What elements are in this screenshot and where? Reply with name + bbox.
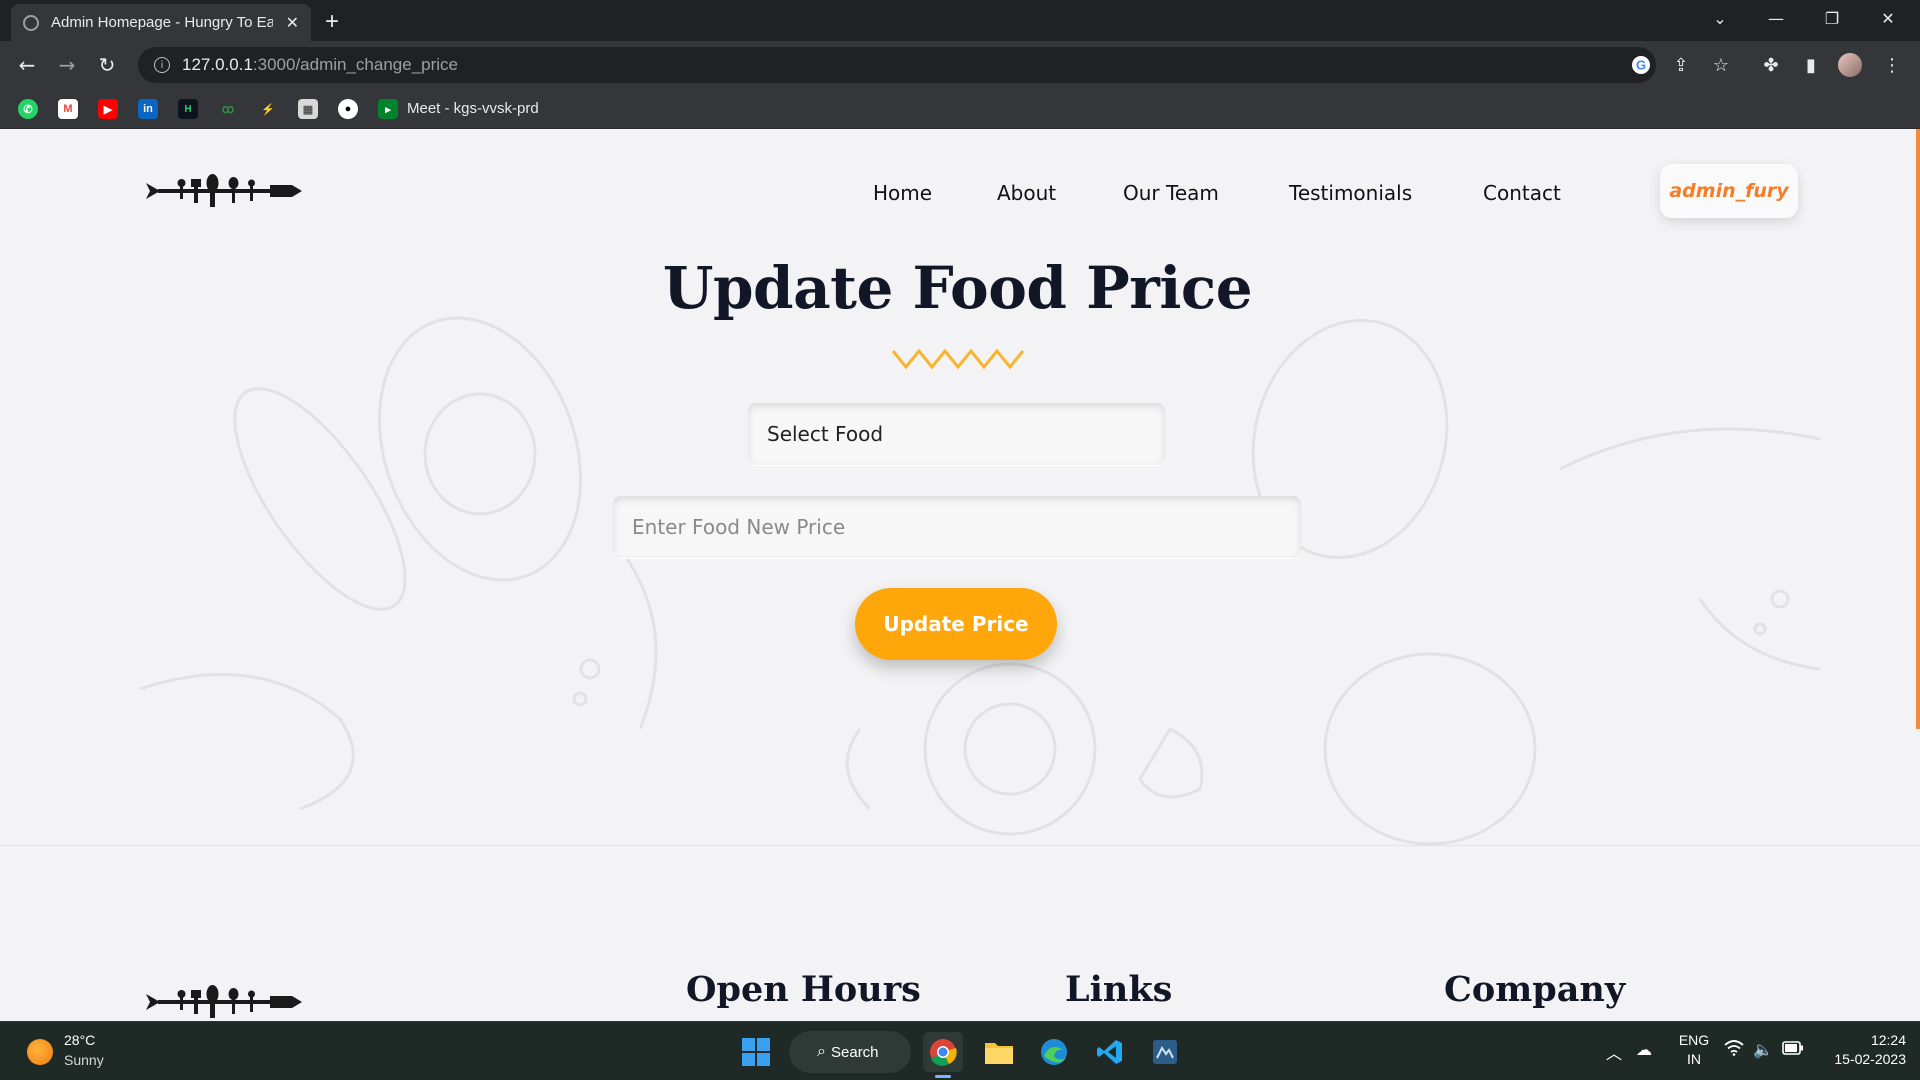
side-panel-icon[interactable]: ▮ bbox=[1799, 53, 1823, 77]
footer-logo[interactable] bbox=[146, 982, 302, 1021]
onedrive-icon[interactable]: ☁ bbox=[1636, 1040, 1652, 1059]
volume-icon[interactable]: 🔈 bbox=[1753, 1040, 1773, 1059]
share-icon[interactable]: ⇪ bbox=[1669, 53, 1693, 77]
browser-tab-strip: Admin Homepage - Hungry To Eat ✕ + ⌄ — ❐… bbox=[0, 0, 1920, 41]
weather-temperature[interactable]: 28°C bbox=[64, 1032, 95, 1048]
profile-avatar[interactable] bbox=[1838, 53, 1862, 77]
battery-icon[interactable] bbox=[1782, 1040, 1804, 1059]
svg-text:G: G bbox=[1636, 58, 1646, 73]
gmail-icon[interactable]: M bbox=[58, 99, 78, 119]
linkedin-icon[interactable]: in bbox=[138, 99, 158, 119]
nav-testimonials-link[interactable]: Testimonials bbox=[1289, 181, 1483, 205]
reload-button[interactable]: ↻ bbox=[93, 51, 121, 79]
new-tab-button[interactable]: + bbox=[325, 8, 339, 36]
footer-company-heading: Company bbox=[1444, 969, 1626, 1010]
hackerrank-icon[interactable]: H bbox=[178, 99, 198, 119]
language-indicator-line1[interactable]: ENG bbox=[1672, 1032, 1716, 1048]
forward-button[interactable]: → bbox=[53, 51, 81, 79]
tab-search-icon[interactable]: ⌄ bbox=[1692, 0, 1748, 36]
url-path: :3000/admin_change_price bbox=[252, 55, 459, 74]
vscode-icon[interactable] bbox=[1090, 1032, 1130, 1072]
back-button[interactable]: ← bbox=[13, 51, 41, 79]
google-lens-icon[interactable]: G bbox=[1629, 53, 1653, 77]
clock-date[interactable]: 15-02-2023 bbox=[1806, 1051, 1920, 1067]
page-title: Update Food Price bbox=[662, 254, 1253, 322]
update-price-button[interactable]: Update Price bbox=[855, 588, 1057, 660]
url-host: 127.0.0.1 bbox=[182, 55, 253, 74]
search-label: Search bbox=[831, 1043, 879, 1061]
zigzag-divider bbox=[891, 348, 1025, 370]
whatsapp-icon[interactable]: ✆ bbox=[18, 99, 38, 119]
browser-tab[interactable]: Admin Homepage - Hungry To Eat ✕ bbox=[11, 4, 311, 41]
site-logo[interactable] bbox=[146, 171, 302, 211]
tab-close-icon[interactable]: ✕ bbox=[286, 13, 299, 32]
extensions-icon[interactable]: ✤ bbox=[1759, 53, 1783, 77]
weather-sun-icon[interactable] bbox=[27, 1039, 53, 1065]
nav-contact-link[interactable]: Contact bbox=[1483, 181, 1583, 205]
search-icon: ⌕ bbox=[817, 1043, 826, 1060]
google-meet-icon[interactable]: ▸ bbox=[378, 99, 398, 119]
admin-user-button[interactable]: admin_fury bbox=[1660, 164, 1798, 218]
nav-our-team-link[interactable]: Our Team bbox=[1123, 181, 1289, 205]
language-indicator-line2[interactable]: IN bbox=[1672, 1051, 1716, 1067]
show-hidden-icons-icon[interactable]: ︿ bbox=[1606, 1040, 1622, 1064]
clock-time[interactable]: 12:24 bbox=[1806, 1032, 1920, 1048]
footer-links-heading: Links bbox=[1065, 969, 1173, 1010]
food-doodle-background bbox=[139, 316, 1821, 846]
windows-taskbar: 28°C Sunny ⌕ Search ︿ ☁ ENG IN 🔈 12:24 1… bbox=[0, 1021, 1920, 1080]
edge-icon[interactable] bbox=[1034, 1032, 1074, 1072]
page-viewport: Home About Our Team Testimonials Contact… bbox=[0, 129, 1920, 1021]
close-window-button[interactable]: ✕ bbox=[1860, 0, 1916, 36]
geeksforgeeks-icon[interactable]: ꝏ bbox=[218, 99, 238, 119]
taskbar-search[interactable]: ⌕ Search bbox=[789, 1031, 911, 1073]
select-food-dropdown[interactable]: Select Food bbox=[748, 403, 1165, 465]
footer-open-hours-heading: Open Hours bbox=[686, 969, 921, 1010]
tab-title: Admin Homepage - Hungry To Eat bbox=[51, 14, 273, 31]
page-scroll-indicator[interactable] bbox=[1916, 129, 1920, 729]
footer-divider bbox=[0, 845, 1920, 846]
browser-toolbar: ← → ↻ i 127.0.0.1 :3000/admin_change_pri… bbox=[0, 41, 1920, 89]
restore-button[interactable]: ❐ bbox=[1804, 0, 1860, 36]
windows-start-icon[interactable] bbox=[736, 1032, 776, 1072]
file-explorer-icon[interactable] bbox=[979, 1032, 1019, 1072]
nav-about-link[interactable]: About bbox=[997, 181, 1123, 205]
weather-description[interactable]: Sunny bbox=[64, 1052, 104, 1068]
codechef-icon[interactable]: ⚡ bbox=[258, 99, 278, 119]
chrome-taskbar-icon[interactable] bbox=[923, 1032, 963, 1078]
image-bookmark-icon[interactable]: ▦ bbox=[298, 99, 318, 119]
bookmark-meet-label[interactable]: Meet - kgs-vvsk-prd bbox=[407, 100, 539, 117]
github-icon[interactable]: ● bbox=[338, 99, 358, 119]
browser-menu-icon[interactable]: ⋮ bbox=[1880, 53, 1904, 77]
main-nav: Home About Our Team Testimonials Contact bbox=[873, 181, 1583, 205]
youtube-icon[interactable]: ▶ bbox=[98, 99, 118, 119]
nav-home-link[interactable]: Home bbox=[873, 181, 997, 205]
bookmarks-bar: ✆ M ▶ in H ꝏ ⚡ ▦ ● ▸ Meet - kgs-vvsk-prd bbox=[0, 89, 1920, 129]
address-bar[interactable]: i 127.0.0.1 :3000/admin_change_price bbox=[138, 47, 1656, 83]
site-info-icon[interactable]: i bbox=[154, 57, 170, 73]
bookmark-star-icon[interactable]: ☆ bbox=[1709, 53, 1733, 77]
minimize-button[interactable]: — bbox=[1748, 0, 1804, 36]
mysql-workbench-icon[interactable] bbox=[1145, 1032, 1185, 1072]
wifi-icon[interactable] bbox=[1724, 1040, 1744, 1060]
tab-favicon-icon bbox=[23, 14, 39, 31]
new-price-input[interactable]: Enter Food New Price bbox=[613, 496, 1301, 558]
